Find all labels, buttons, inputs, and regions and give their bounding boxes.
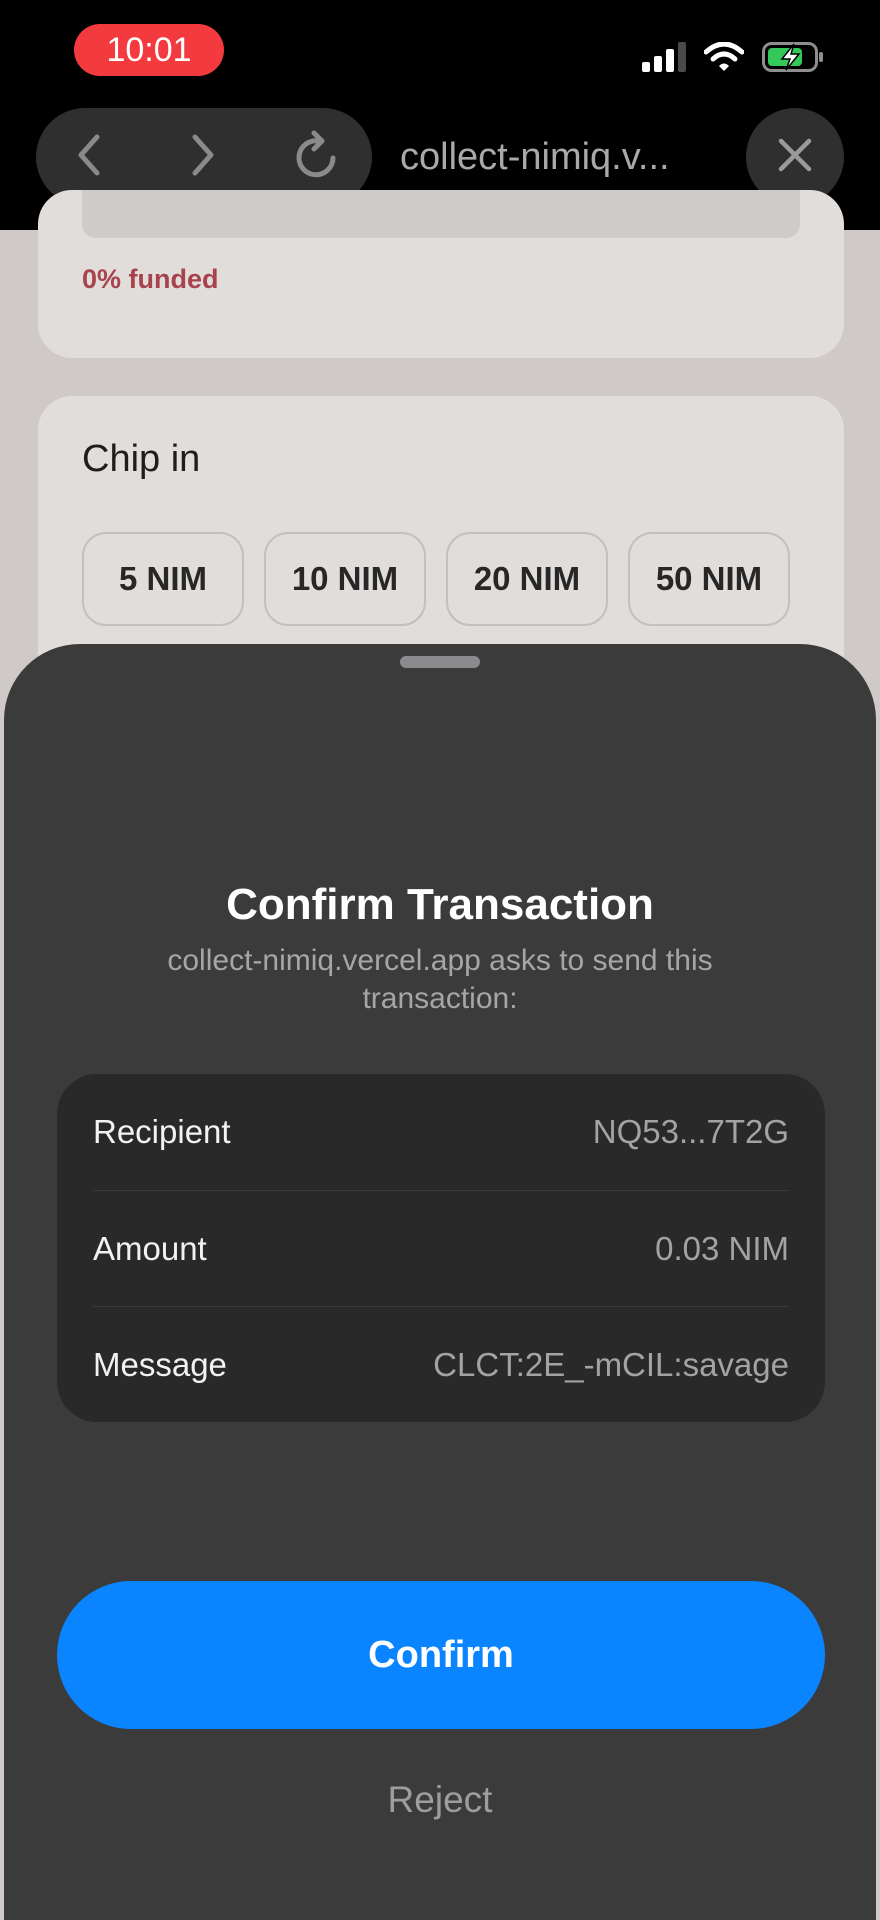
- detail-row-recipient: Recipient NQ53...7T2G: [93, 1074, 789, 1190]
- chip-option[interactable]: 5 NIM: [82, 532, 244, 626]
- sheet-title: Confirm Transaction: [226, 880, 654, 929]
- detail-label: Message: [93, 1346, 227, 1383]
- chip-options: 5 NIM 10 NIM 20 NIM 50 NIM: [82, 532, 790, 626]
- status-icons: [642, 41, 824, 77]
- detail-label: Amount: [93, 1230, 207, 1267]
- confirm-button[interactable]: Confirm: [57, 1581, 825, 1729]
- reload-icon: [293, 130, 341, 185]
- battery-charging-icon: [762, 42, 824, 77]
- close-icon: [777, 137, 813, 178]
- chevron-right-icon: [189, 133, 217, 182]
- chip-in-title: Chip in: [82, 438, 201, 480]
- detail-row-amount: Amount 0.03 NIM: [93, 1190, 789, 1307]
- chip-option[interactable]: 50 NIM: [628, 532, 790, 626]
- wifi-icon: [703, 41, 745, 77]
- reject-button[interactable]: Reject: [340, 1770, 540, 1830]
- detail-value: CLCT:2E_-mCIL:savage: [433, 1346, 789, 1383]
- sheet-subtitle: collect-nimiq.vercel.app asks to send th…: [167, 944, 713, 1015]
- cellular-signal-icon: [642, 42, 686, 77]
- funding-progress-bar: [82, 190, 800, 238]
- chip-option[interactable]: 10 NIM: [264, 532, 426, 626]
- chevron-left-icon: [75, 133, 103, 182]
- funded-percentage: 0% funded: [82, 264, 219, 294]
- detail-value: 0.03 NIM: [655, 1230, 789, 1267]
- confirm-transaction-sheet: Confirm Transaction collect-nimiq.vercel…: [4, 644, 876, 1920]
- detail-row-message: Message CLCT:2E_-mCIL:savage: [93, 1306, 789, 1423]
- transaction-details: Recipient NQ53...7T2G Amount 0.03 NIM Me…: [57, 1074, 825, 1422]
- sheet-grabber-handle[interactable]: [400, 656, 480, 668]
- chip-option[interactable]: 20 NIM: [446, 532, 608, 626]
- detail-label: Recipient: [93, 1113, 231, 1150]
- detail-value: NQ53...7T2G: [592, 1113, 789, 1150]
- status-time: 10:01: [74, 24, 224, 76]
- funding-card: 0% funded: [38, 190, 844, 358]
